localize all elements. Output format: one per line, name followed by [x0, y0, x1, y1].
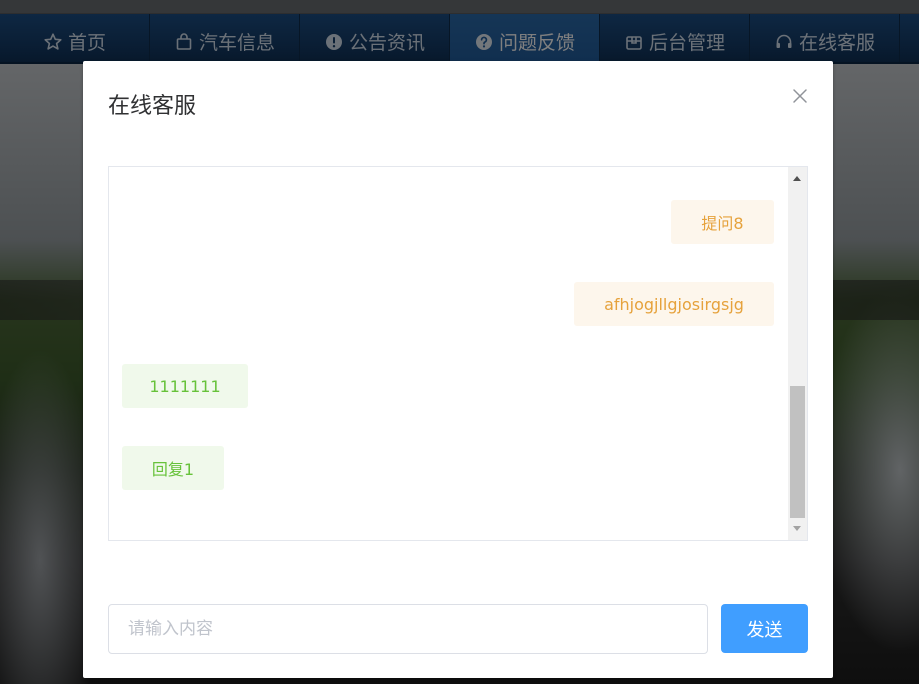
- chat-message-sent: 提问8: [671, 200, 774, 244]
- chat-message-received: 回复1: [122, 446, 224, 490]
- chat-message-received: 1111111: [122, 364, 248, 408]
- send-button[interactable]: 发送: [721, 604, 808, 653]
- message-input[interactable]: [108, 604, 708, 654]
- chat-scrollbar[interactable]: [788, 167, 807, 540]
- online-service-dialog: 在线客服 提问8 afhjogjllgjosirgsjg 1111111 回复1…: [83, 61, 833, 678]
- scroll-up-arrow-icon[interactable]: [793, 176, 801, 181]
- scroll-down-arrow-icon[interactable]: [793, 526, 801, 531]
- close-icon: [793, 89, 807, 103]
- chat-message-sent: afhjogjllgjosirgsjg: [574, 282, 774, 326]
- scrollbar-thumb[interactable]: [790, 386, 805, 518]
- chat-message-list[interactable]: 提问8 afhjogjllgjosirgsjg 1111111 回复1: [108, 166, 808, 541]
- dialog-title: 在线客服: [108, 94, 197, 119]
- close-button[interactable]: [792, 88, 808, 104]
